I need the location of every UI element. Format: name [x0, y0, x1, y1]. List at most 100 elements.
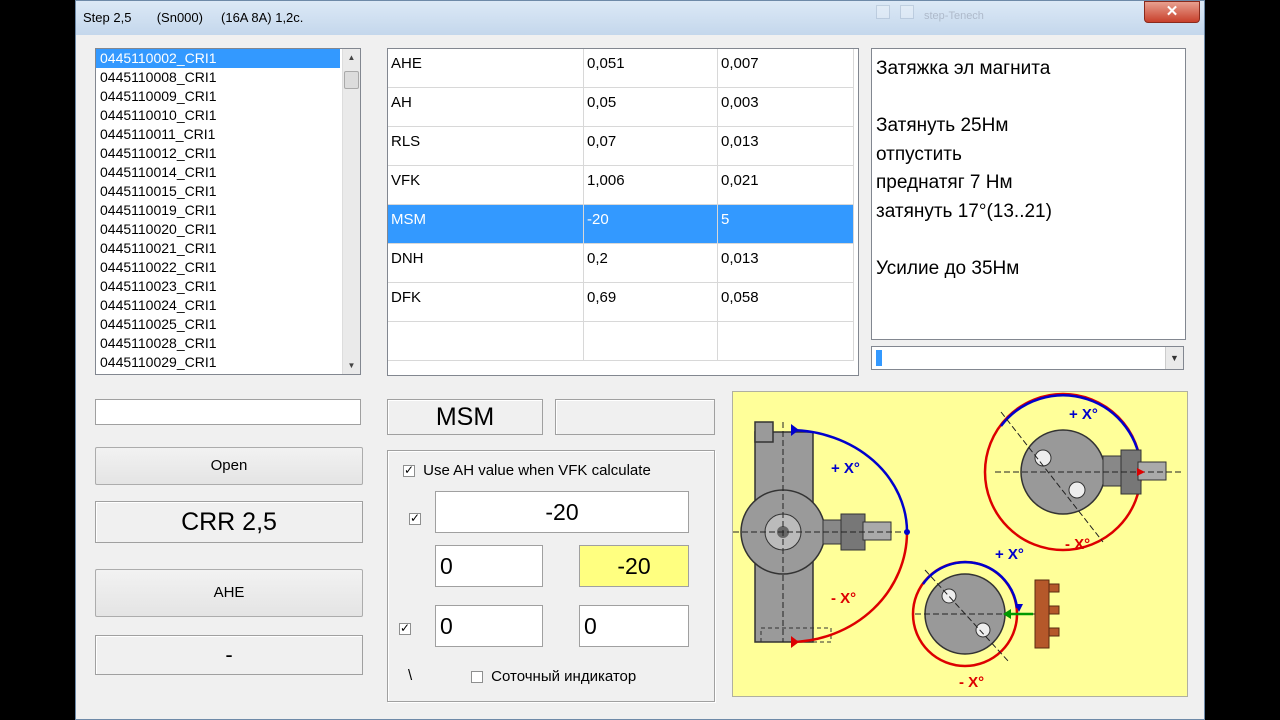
table-cell: 0,003 — [718, 88, 854, 127]
table-cell: 0,2 — [584, 244, 718, 283]
table-cell: AHE — [388, 49, 584, 88]
search-input[interactable] — [95, 399, 361, 425]
list-item[interactable]: 0445110029_CRI1 — [96, 353, 340, 372]
use-ah-label: Use AH value when VFK calculate — [423, 462, 651, 479]
second-row-checkbox[interactable] — [399, 621, 411, 635]
list-item[interactable]: 0445110025_CRI1 — [96, 315, 340, 334]
main-value-field[interactable]: -20 — [435, 491, 689, 533]
parts-listbox[interactable]: 0445110002_CRI1 0445110008_CRI1 0445110009… — [95, 48, 361, 375]
minus-label-left: - X° — [831, 590, 857, 607]
list-item[interactable]: 0445110010_CRI1 — [96, 106, 340, 125]
list-item[interactable]: 0445110008_CRI1 — [96, 68, 340, 87]
window-title: Step 2,5 (Sn000) (16A 8A) 1,2c. — [83, 10, 304, 25]
table-cell: 0,051 — [584, 49, 718, 88]
parameters-grid[interactable]: AHE 0,051 0,007 AH 0,05 0,003 RLS 0,07 0,013 VFK 1… — [387, 48, 859, 376]
table-cell: 0,007 — [718, 49, 854, 88]
table-row[interactable]: AH 0,05 0,003 — [388, 88, 854, 127]
window-thumb-icon — [900, 5, 914, 19]
table-cell: 0,013 — [718, 127, 854, 166]
list-item[interactable]: 0445110020_CRI1 — [96, 220, 340, 239]
torque-direction-diagram: + X° - X° + X° - X° + X° - X° — [732, 391, 1188, 697]
table-cell: MSM — [388, 205, 584, 244]
table-cell: -20 — [584, 205, 718, 244]
instructions-memo[interactable]: Затяжка эл магнита Затянуть 25Нм отпусти… — [871, 48, 1186, 340]
list-item[interactable]: 0445110014_CRI1 — [96, 163, 340, 182]
background-window-title: step-Tenech — [924, 10, 984, 22]
table-cell: 1,006 — [584, 166, 718, 205]
table-row[interactable]: DNH 0,2 0,013 — [388, 244, 854, 283]
table-cell: VFK — [388, 166, 584, 205]
scroll-thumb[interactable] — [344, 71, 359, 89]
main-value-checkbox[interactable] — [409, 511, 421, 525]
list-item[interactable]: 0445110019_CRI1 — [96, 201, 340, 220]
left-assembly-icon — [733, 421, 910, 648]
list-item[interactable]: 0445110015_CRI1 — [96, 182, 340, 201]
table-row[interactable]: MSM -20 5 — [388, 205, 854, 244]
ahe-button[interactable]: AHE — [95, 569, 363, 617]
table-cell — [718, 322, 854, 361]
plus-label-left: + X° — [831, 460, 860, 477]
value-right-2-field[interactable]: 0 — [579, 605, 689, 647]
scroll-up-arrow-icon[interactable]: ▲ — [343, 49, 360, 66]
parts-list-items: 0445110002_CRI1 0445110008_CRI1 0445110009… — [96, 49, 360, 372]
list-item[interactable]: 0445110021_CRI1 — [96, 239, 340, 258]
list-item[interactable]: 0445110011_CRI1 — [96, 125, 340, 144]
table-cell: 0,05 — [584, 88, 718, 127]
minus-label-top: - X° — [1065, 536, 1091, 553]
plus-label-top: + X° — [1069, 406, 1098, 423]
table-cell: 0,07 — [584, 127, 718, 166]
client-area: 0445110002_CRI1 0445110008_CRI1 0445110009… — [81, 35, 1199, 717]
value-right-1-field[interactable]: -20 — [579, 545, 689, 587]
chevron-down-icon[interactable]: ▼ — [1165, 347, 1183, 369]
bottom-right-assembly-icon — [911, 560, 1060, 668]
table-cell: 0,021 — [718, 166, 854, 205]
list-item[interactable]: 0445110002_CRI1 — [96, 49, 340, 68]
backslash-label: \ — [408, 667, 413, 684]
use-ah-checkbox-row[interactable]: Use AH value when VFK calculate — [403, 462, 651, 479]
table-cell — [388, 322, 584, 361]
window-thumb-icon — [876, 5, 890, 19]
list-item[interactable]: 0445110023_CRI1 — [96, 277, 340, 296]
list-item[interactable]: 0445110022_CRI1 — [96, 258, 340, 277]
param-extra-label — [555, 399, 715, 435]
table-row[interactable]: RLS 0,07 0,013 — [388, 127, 854, 166]
combo-selection — [876, 350, 882, 366]
list-item[interactable]: 0445110009_CRI1 — [96, 87, 340, 106]
table-cell: 0,058 — [718, 283, 854, 322]
table-cell: DNH — [388, 244, 584, 283]
indicator-checkbox-row[interactable]: Соточный индикатор — [471, 668, 636, 685]
diagram-svg — [733, 392, 1181, 668]
minus-label-bottom: - X° — [959, 674, 985, 691]
table-cell: 5 — [718, 205, 854, 244]
table-cell: 0,69 — [584, 283, 718, 322]
indicator-label: Соточный индикатор — [491, 668, 637, 685]
list-item[interactable]: 0445110024_CRI1 — [96, 296, 340, 315]
table-cell: 0,013 — [718, 244, 854, 283]
list-item[interactable]: 0445110028_CRI1 — [96, 334, 340, 353]
indicator-checkbox[interactable] — [471, 671, 483, 684]
value-left-2-field[interactable]: 0 — [435, 605, 543, 647]
crr-label: CRR 2,5 — [95, 501, 363, 543]
param-name-label: MSM — [387, 399, 543, 435]
parts-list-scrollbar[interactable]: ▲ ▼ — [342, 49, 360, 374]
title-bar[interactable]: Step 2,5 (Sn000) (16A 8A) 1,2c. step-Ten… — [76, 1, 1204, 35]
use-ah-checkbox[interactable] — [403, 463, 415, 478]
background-window-controls: step-Tenech — [876, 5, 1096, 23]
table-cell: AH — [388, 88, 584, 127]
main-window: Step 2,5 (Sn000) (16A 8A) 1,2c. step-Ten… — [75, 0, 1205, 720]
instructions-combo[interactable]: ▼ — [871, 346, 1184, 370]
plus-label-bottom: + X° — [995, 546, 1024, 563]
status-dash-label: - — [95, 635, 363, 675]
open-button[interactable]: Open — [95, 447, 363, 485]
table-row[interactable]: AHE 0,051 0,007 — [388, 49, 854, 88]
value-left-1-field[interactable]: 0 — [435, 545, 543, 587]
table-cell — [584, 322, 718, 361]
table-cell: DFK — [388, 283, 584, 322]
table-row[interactable]: VFK 1,006 0,021 — [388, 166, 854, 205]
list-item[interactable]: 0445110012_CRI1 — [96, 144, 340, 163]
close-button[interactable]: ✕ — [1144, 1, 1200, 23]
table-cell: RLS — [388, 127, 584, 166]
scroll-down-arrow-icon[interactable]: ▼ — [343, 357, 360, 374]
table-row[interactable] — [388, 322, 854, 361]
table-row[interactable]: DFK 0,69 0,058 — [388, 283, 854, 322]
